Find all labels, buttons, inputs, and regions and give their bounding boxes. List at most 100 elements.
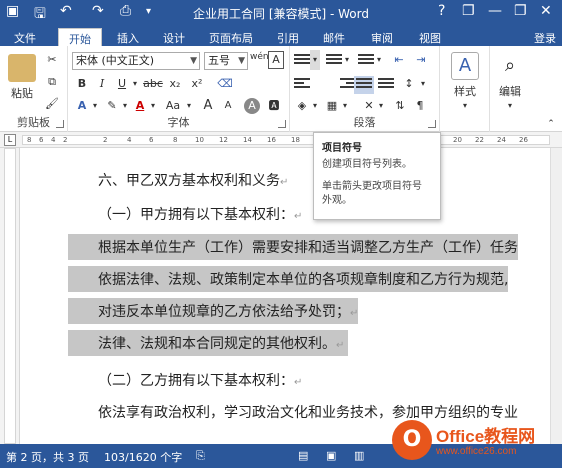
paste-icon[interactable] xyxy=(8,54,36,82)
format-painter-icon[interactable]: 🖌 xyxy=(44,94,60,114)
numbering-icon[interactable] xyxy=(326,54,342,68)
grow-font-button[interactable]: A xyxy=(200,96,216,116)
borders-icon[interactable]: ▦ xyxy=(324,96,340,116)
document-page[interactable]: 六、甲乙双方基本权利和义务↵ （一）甲方拥有以下基本权利：↵ 根据本单位生产（工… xyxy=(20,148,550,444)
superscript-button[interactable]: x² xyxy=(188,74,206,94)
shrink-font-button[interactable]: A xyxy=(220,96,236,116)
tab-selector[interactable]: L xyxy=(4,134,16,146)
bullets-dropdown-icon[interactable]: ▾ xyxy=(310,50,320,70)
align-left-icon[interactable] xyxy=(294,78,310,92)
word-count[interactable]: 103/1620 个字 xyxy=(104,449,182,465)
help-button[interactable]: ? xyxy=(438,3,445,19)
tab-insert[interactable]: 插入 xyxy=(108,28,148,46)
ruler-tick: 2 xyxy=(63,136,68,144)
cut-icon[interactable]: ✂ xyxy=(44,50,60,70)
italic-button[interactable]: I xyxy=(94,74,110,94)
char-shading-icon[interactable]: 🅰 xyxy=(266,96,282,116)
tab-references[interactable]: 引用 xyxy=(268,28,308,46)
read-mode-icon[interactable]: ▤ xyxy=(298,449,308,462)
chevron-down-icon[interactable]: ▾ xyxy=(418,74,428,94)
tab-review[interactable]: 审阅 xyxy=(362,28,402,46)
pinyin-guide-button[interactable]: wén xyxy=(250,52,269,72)
collapse-ribbon-icon[interactable]: ⌃ xyxy=(544,114,558,134)
chevron-down-icon[interactable]: ▾ xyxy=(130,74,140,94)
ruler-tick: 6 xyxy=(149,136,154,144)
document-line[interactable]: 六、甲乙双方基本权利和义务↵ xyxy=(98,170,288,190)
font-color-icon[interactable]: A xyxy=(132,96,148,116)
tab-mailings[interactable]: 邮件 xyxy=(314,28,354,46)
shading-icon[interactable]: ◈ xyxy=(294,96,310,116)
paragraph-group-label: 段落 xyxy=(353,116,376,129)
line-spacing-icon[interactable]: ↕ xyxy=(400,74,418,94)
ruler-tick: 8 xyxy=(27,136,32,144)
justify-icon[interactable] xyxy=(354,76,374,94)
decrease-indent-icon[interactable]: ⇤ xyxy=(390,50,408,70)
bold-button[interactable]: B xyxy=(74,74,90,94)
chevron-down-icon[interactable]: ▾ xyxy=(340,96,350,116)
chevron-down-icon[interactable]: ▾ xyxy=(440,96,490,116)
tab-design[interactable]: 设计 xyxy=(154,28,194,46)
binoculars-icon[interactable]: ⌕ xyxy=(496,52,524,80)
clipboard-group: 粘贴 ✂ ⧉ 🖌 剪贴板 xyxy=(0,46,68,132)
chevron-down-icon[interactable]: ▾ xyxy=(90,96,100,116)
horizontal-ruler[interactable]: L 8 6 4 2 2 4 6 8 10 12 14 16 18 20 22 2… xyxy=(0,132,562,148)
tab-view[interactable]: 视图 xyxy=(410,28,450,46)
maximize-button[interactable]: ❐ xyxy=(514,3,527,19)
strikethrough-button[interactable]: abc xyxy=(142,74,164,94)
document-line-selected[interactable]: 法律、法规和本合同规定的其他权利。↵ xyxy=(68,330,349,356)
minimize-button[interactable]: — xyxy=(488,3,502,19)
document-line[interactable]: （一）甲方拥有以下基本权利：↵ xyxy=(98,204,302,224)
login-link[interactable]: 登录 xyxy=(534,30,556,46)
change-case-button[interactable]: Aa xyxy=(162,96,184,116)
ribbon-display-options-button[interactable]: ❐ xyxy=(462,3,475,19)
char-border-button[interactable]: A xyxy=(268,51,284,69)
print-layout-icon[interactable]: ▣ xyxy=(326,449,336,462)
page-count[interactable]: 第 2 页，共 3 页 xyxy=(6,449,89,465)
chevron-down-icon[interactable]: ▾ xyxy=(374,50,384,70)
paragraph-launcher-icon[interactable] xyxy=(428,120,436,128)
multilevel-list-icon[interactable] xyxy=(358,54,374,68)
font-size-combo[interactable]: 五号 ▼ xyxy=(204,52,248,70)
chevron-down-icon[interactable]: ▾ xyxy=(120,96,130,116)
tab-file[interactable]: 文件 xyxy=(0,28,50,46)
distributed-icon[interactable] xyxy=(378,78,394,92)
chevron-down-icon[interactable]: ▾ xyxy=(342,50,352,70)
enclose-characters-icon[interactable]: A xyxy=(244,98,260,114)
highlight-icon[interactable]: ✎ xyxy=(104,96,120,116)
chevron-down-icon[interactable]: ▾ xyxy=(376,96,386,116)
office-logo: O xyxy=(392,420,432,460)
text-effects-icon[interactable]: A xyxy=(74,96,90,116)
chevron-down-icon[interactable]: ▾ xyxy=(490,96,530,116)
show-marks-icon[interactable]: ¶ xyxy=(412,96,428,116)
font-name-combo[interactable]: 宋体 (中文正文) ▼ xyxy=(72,52,200,70)
bullets-icon[interactable] xyxy=(294,54,310,68)
document-line-selected[interactable]: 对违反本单位规章的乙方依法给予处罚；↵ xyxy=(68,298,359,324)
chevron-down-icon[interactable]: ▾ xyxy=(184,96,194,116)
font-launcher-icon[interactable] xyxy=(278,120,286,128)
editing-group: ⌕ 编辑 ▾ xyxy=(490,46,530,132)
tab-page-layout[interactable]: 页面布局 xyxy=(200,28,262,46)
vertical-scrollbar[interactable] xyxy=(550,148,562,444)
underline-button[interactable]: U xyxy=(114,74,130,94)
styles-icon[interactable]: A xyxy=(451,52,479,80)
paste-button[interactable]: 粘贴 xyxy=(4,84,40,104)
document-line-selected[interactable]: 依据法律、法规、政策制定本单位的各项规章制度和乙方行为规范, xyxy=(68,266,509,292)
watermark-site: www.office26.com xyxy=(436,446,517,457)
document-line-selected[interactable]: 根据本单位生产（工作）需要安排和适当调整乙方生产（工作）任务 xyxy=(68,234,518,260)
sort-icon[interactable]: ⇅ xyxy=(392,96,408,116)
close-button[interactable]: ✕ xyxy=(540,3,552,19)
font-group: 宋体 (中文正文) ▼ 五号 ▼ wén A B I U ▾ abc x₂ x²… xyxy=(68,46,290,132)
web-layout-icon[interactable]: ▥ xyxy=(354,449,364,462)
tab-home[interactable]: 开始 xyxy=(58,28,102,46)
chevron-down-icon[interactable]: ▾ xyxy=(148,96,158,116)
subscript-button[interactable]: x₂ xyxy=(166,74,184,94)
increase-indent-icon[interactable]: ⇥ xyxy=(412,50,430,70)
document-line[interactable]: （二）乙方拥有以下基本权利：↵ xyxy=(98,370,302,390)
proofing-icon[interactable]: ⎘ xyxy=(196,449,205,463)
vertical-ruler[interactable] xyxy=(0,148,20,444)
clipboard-launcher-icon[interactable] xyxy=(56,120,64,128)
copy-icon[interactable]: ⧉ xyxy=(44,72,60,92)
bullets-tooltip: 项目符号 创建项目符号列表。 单击箭头更改项目符号 外观。 xyxy=(313,132,441,220)
chevron-down-icon[interactable]: ▾ xyxy=(310,96,320,116)
clear-formatting-icon[interactable]: ⌫ xyxy=(216,74,234,94)
